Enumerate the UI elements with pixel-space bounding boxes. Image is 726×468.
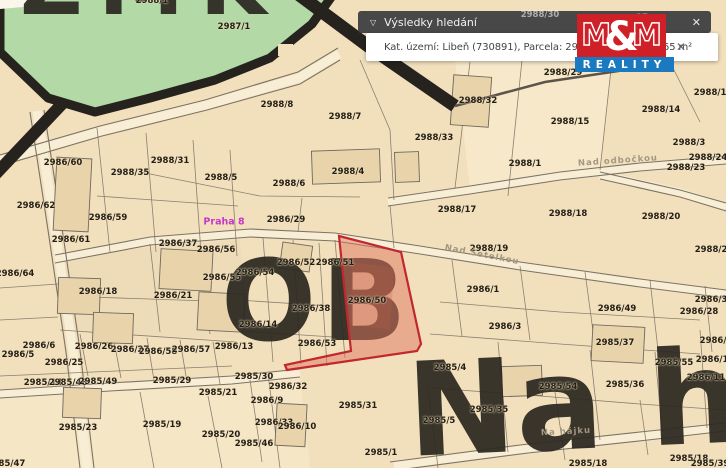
logo-red-box: M & M [577, 14, 666, 57]
logo-banner-text: REALITY [583, 59, 667, 71]
cadastral-map-viewer: ZMK OB Na há 2988/12987/12988/82988/7298… [0, 0, 726, 468]
mm-reality-logo: M & M REALITY [575, 14, 674, 72]
result-close-icon[interactable]: ✕ [676, 40, 686, 54]
collapse-icon[interactable]: ▽ [370, 18, 376, 27]
logo-ampersand: & [604, 17, 639, 57]
panel-close-icon[interactable]: ✕ [692, 16, 701, 29]
panel-title: Výsledky hledání [384, 16, 477, 29]
district-label: Praha 8 [203, 217, 244, 228]
